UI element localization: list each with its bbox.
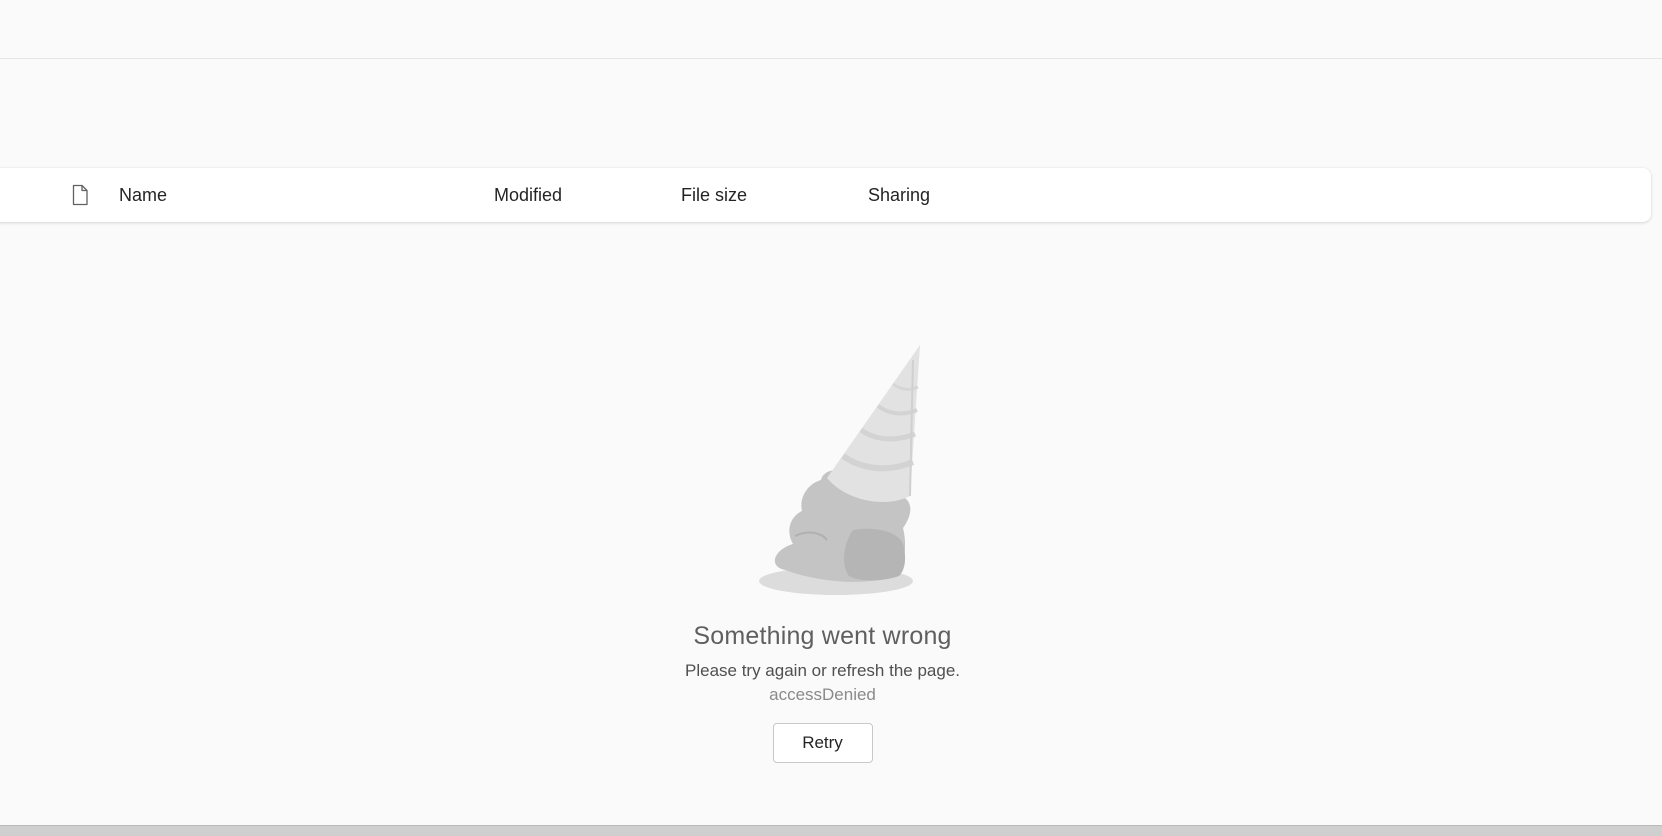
document-icon (72, 184, 88, 206)
retry-button[interactable]: Retry (772, 723, 873, 763)
column-header-modified[interactable]: Modified (494, 168, 562, 222)
column-header-file-type[interactable] (68, 168, 92, 222)
command-bar (0, 0, 1662, 59)
melted-ice-cream-icon (758, 345, 920, 595)
column-header-sharing[interactable]: Sharing (868, 168, 930, 222)
horizontal-scrollbar[interactable] (0, 825, 1662, 836)
error-code: accessDenied (769, 685, 876, 704)
column-header-file-size[interactable]: File size (681, 168, 747, 222)
files-page: Name Modified File size Sharing Somethin… (0, 0, 1662, 836)
error-title: Something went wrong (693, 622, 952, 650)
error-state: Something went wrong Please try again or… (0, 330, 1645, 763)
file-list-header: Name Modified File size Sharing (0, 168, 1651, 222)
error-message: Please try again or refresh the page. (685, 661, 960, 680)
column-header-name[interactable]: Name (119, 168, 167, 222)
